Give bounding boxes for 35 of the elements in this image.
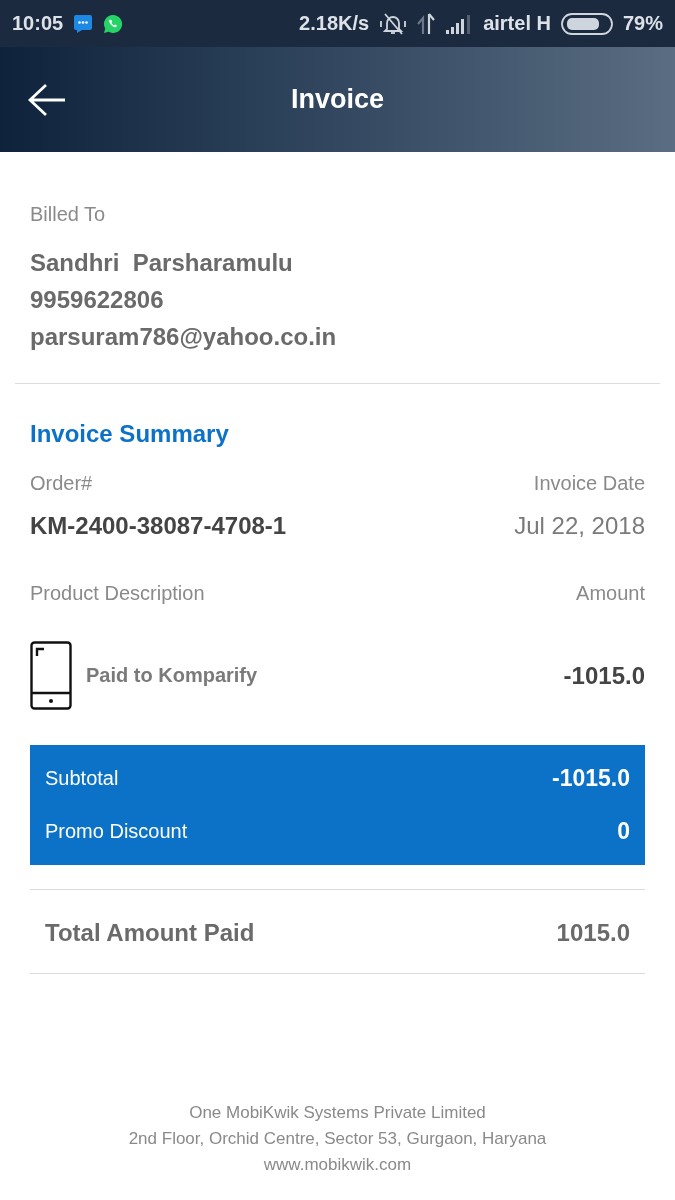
carrier-name: airtel H: [483, 12, 551, 35]
customer-phone: 9959622806: [30, 285, 165, 315]
item-amount: -1015.0: [563, 661, 645, 690]
chat-bubble-icon: [73, 13, 94, 34]
invoice-date: Jul 22, 2018: [514, 512, 645, 540]
total-value: 0: [617, 818, 630, 845]
column-label: Product Description: [30, 582, 205, 605]
company-address: 2nd Floor, Orchid Centre, Sector 53, Gurgaon, Haryana: [128, 1129, 547, 1149]
grand-total-label: Total Amount Paid: [45, 919, 255, 947]
column-label: Amount: [576, 582, 645, 605]
website-link[interactable]: www.mobikwik.com: [263, 1155, 412, 1175]
muted-bell-icon: [379, 11, 408, 36]
company-address: One MobiKwik Systems Private Limited: [189, 1103, 486, 1123]
total-value: -1015.0: [552, 765, 630, 792]
customer-email: parsuram786@yahoo.co.in: [30, 322, 338, 352]
data-arrows-icon: [417, 11, 436, 36]
back-button[interactable]: [28, 82, 66, 117]
network-speed: 2.18K/s: [299, 12, 370, 35]
item-description: Paid to Komparify: [86, 664, 258, 687]
battery-percent: 79%: [622, 12, 663, 35]
total-label: Subtotal: [45, 767, 119, 790]
smartphone-icon: [30, 641, 72, 710]
order-number: KM-2400-38087-4708-1: [30, 512, 287, 540]
section-label: Billed To: [30, 203, 107, 226]
section-heading: Invoice Summary: [30, 420, 230, 448]
column-label: Order#: [30, 472, 93, 495]
grand-total-value: 1015.0: [556, 919, 630, 947]
column-label: Invoice Date: [533, 472, 645, 495]
customer-name: Sandhri Parsharamulu: [30, 248, 294, 278]
battery-icon: [560, 12, 613, 35]
back-arrow-icon: [28, 82, 66, 117]
status-time: 10:05: [12, 12, 64, 35]
whatsapp-icon: [103, 13, 124, 34]
total-label: Promo Discount: [45, 820, 188, 843]
page-title: Invoice: [291, 84, 384, 115]
